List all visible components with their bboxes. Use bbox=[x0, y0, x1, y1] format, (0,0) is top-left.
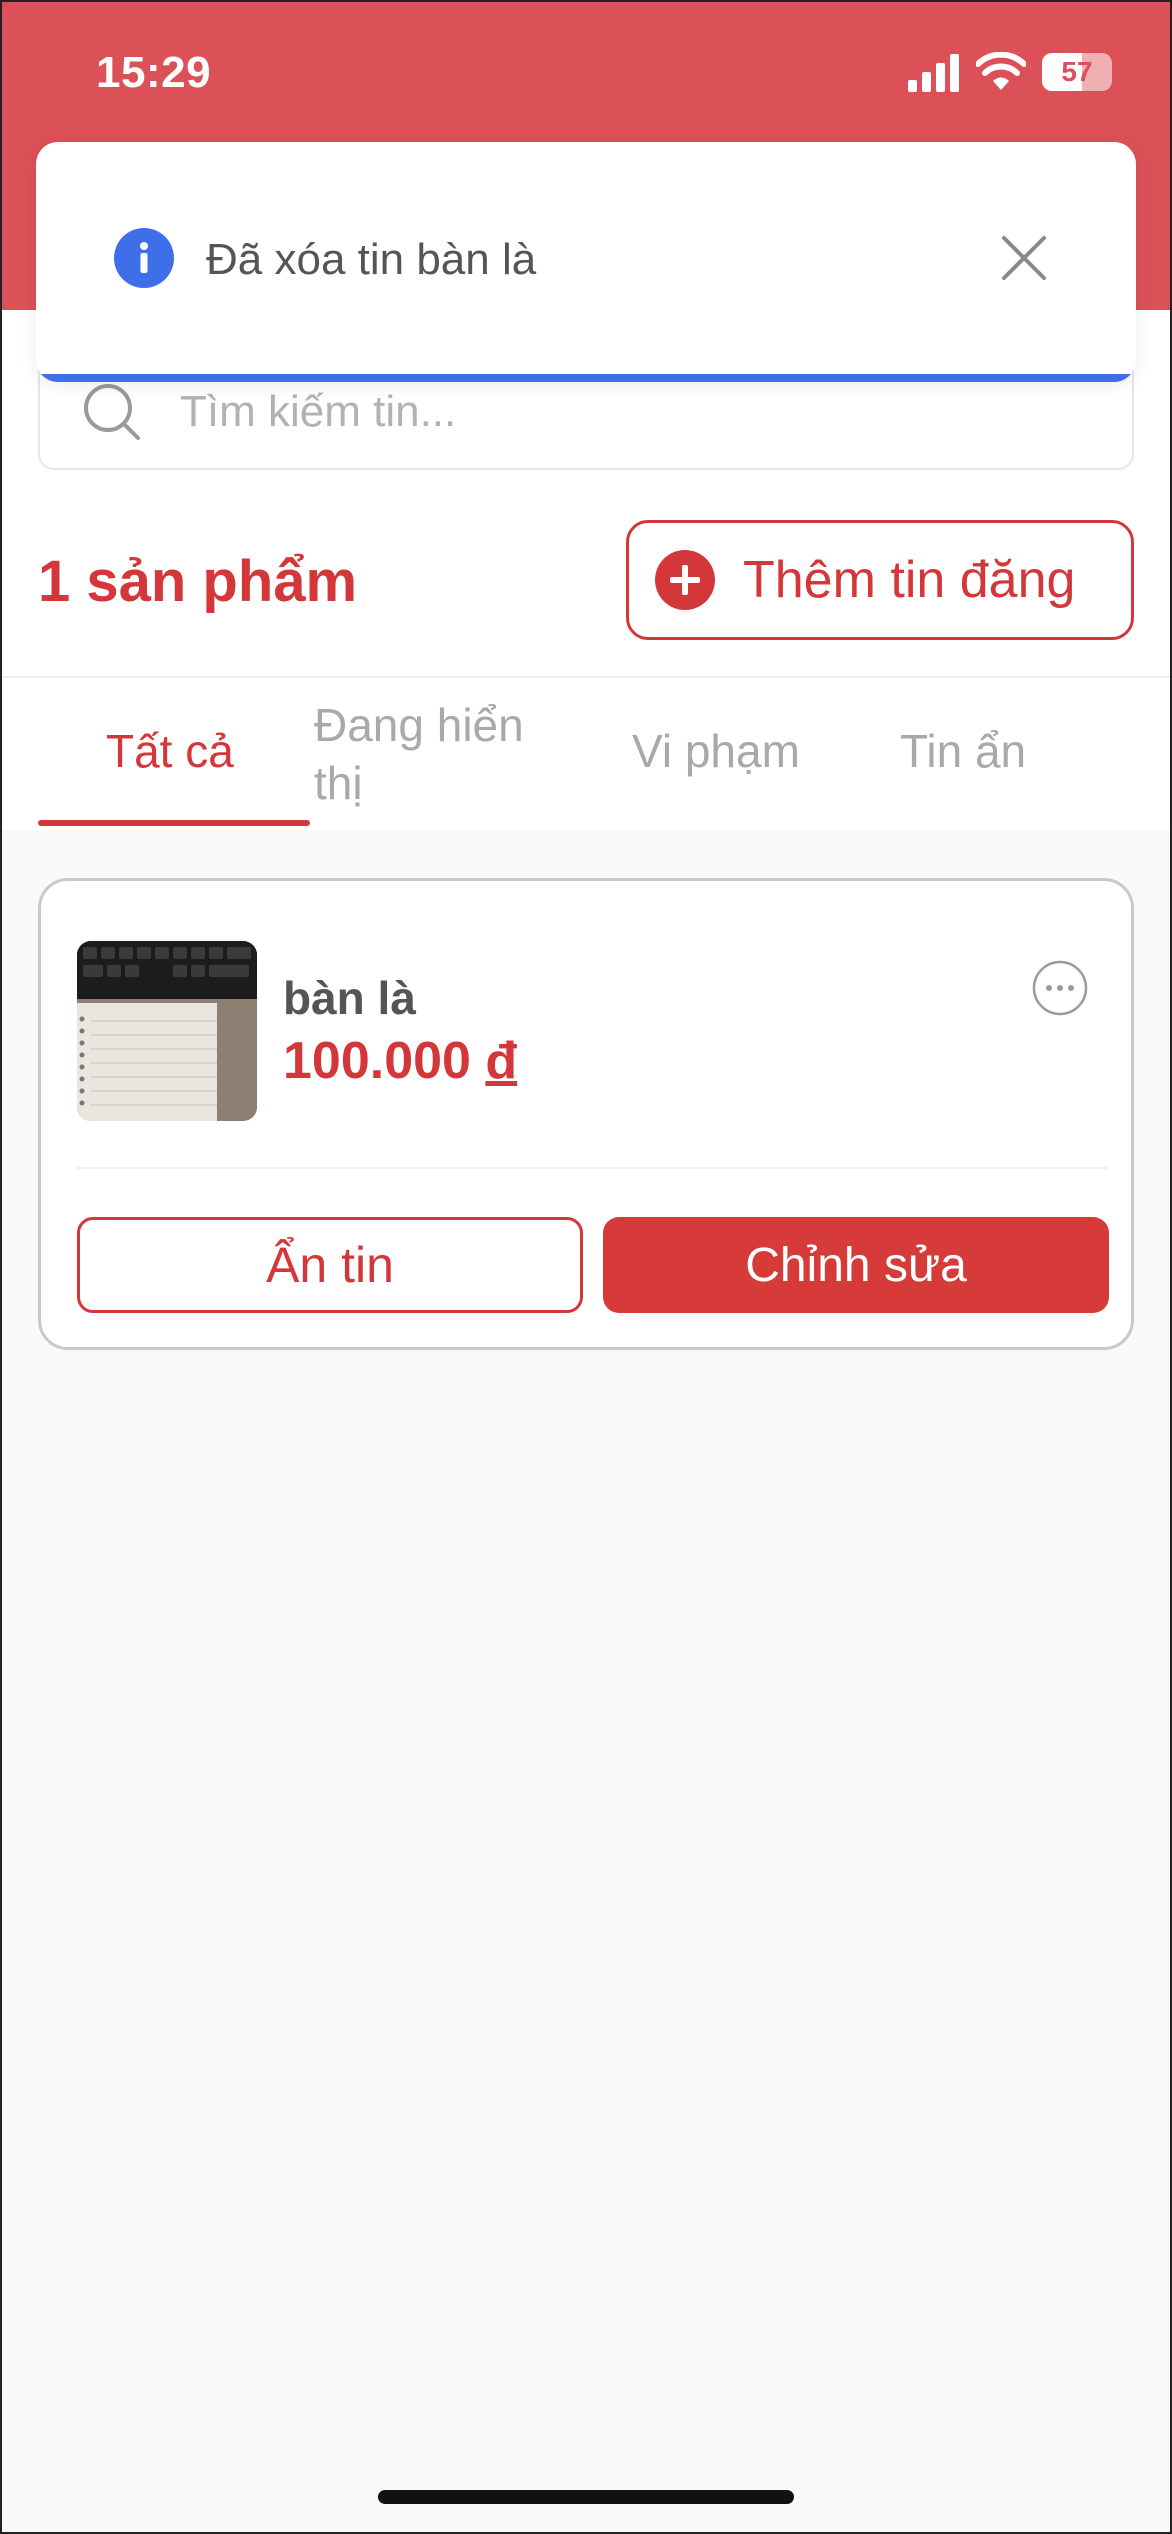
active-tab-indicator bbox=[38, 820, 310, 826]
price-currency: đ bbox=[485, 1032, 518, 1090]
toast-notification: Đã xóa tin bàn là bbox=[36, 142, 1136, 382]
tab-all[interactable]: Tất cả bbox=[38, 680, 310, 830]
status-time: 15:29 bbox=[96, 48, 212, 97]
product-price: 100.000 đ bbox=[283, 1031, 517, 1091]
product-thumbnail[interactable] bbox=[77, 941, 257, 1121]
battery-percent: 57 bbox=[1061, 56, 1093, 87]
tab-bar: Tất cả Đang hiển thị Vi phạm Tin ẩn bbox=[38, 680, 1134, 830]
battery-icon: 57 bbox=[1042, 53, 1112, 91]
add-listing-button[interactable]: Thêm tin đăng bbox=[626, 520, 1134, 640]
info-icon bbox=[114, 228, 174, 288]
hide-listing-button[interactable]: Ẩn tin bbox=[77, 1217, 583, 1313]
more-options-icon[interactable] bbox=[1031, 959, 1089, 1017]
divider bbox=[0, 676, 1172, 678]
tab-visible[interactable]: Đang hiển thị bbox=[310, 680, 600, 830]
tab-label: Đang hiển thị bbox=[314, 699, 524, 809]
tab-label: Tin ẩn bbox=[900, 725, 1027, 777]
tab-hidden[interactable]: Tin ẩn bbox=[870, 680, 1134, 830]
toast-accent-bar bbox=[36, 374, 1136, 382]
close-icon[interactable] bbox=[996, 230, 1052, 286]
tab-label: Tất cả bbox=[106, 725, 234, 777]
product-count: 1 sản phẩm bbox=[38, 549, 358, 614]
product-title[interactable]: bàn là bbox=[283, 971, 416, 1025]
tab-violations[interactable]: Vi phạm bbox=[600, 680, 870, 830]
edit-listing-button[interactable]: Chỉnh sửa bbox=[603, 1217, 1109, 1313]
product-card[interactable]: bàn là 100.000 đ Ẩn tin Chỉnh sửa bbox=[38, 878, 1134, 1350]
add-listing-label: Thêm tin đăng bbox=[743, 551, 1076, 609]
toast-message: Đã xóa tin bàn là bbox=[206, 235, 537, 284]
wifi-icon bbox=[976, 52, 1026, 90]
price-value: 100.000 bbox=[283, 1032, 471, 1090]
home-indicator bbox=[378, 2490, 794, 2504]
tab-label: Vi phạm bbox=[632, 725, 800, 777]
status-icons: 57 bbox=[908, 52, 1112, 92]
search-icon bbox=[84, 384, 140, 440]
status-bar: 15:29 57 bbox=[0, 0, 1172, 150]
card-divider bbox=[77, 1167, 1107, 1169]
signal-icon bbox=[908, 54, 959, 92]
search-input[interactable] bbox=[180, 382, 1080, 442]
plus-circle-icon bbox=[655, 550, 715, 610]
